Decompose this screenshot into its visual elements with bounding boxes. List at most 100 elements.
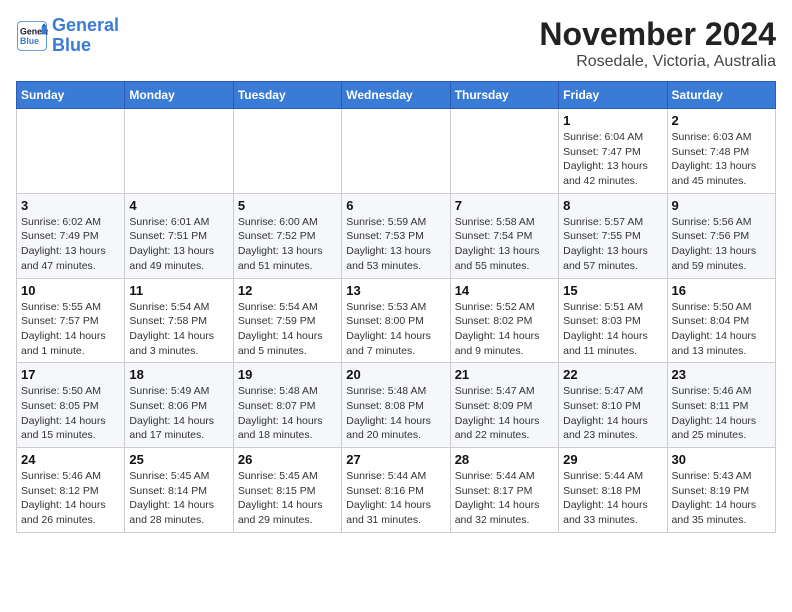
calendar-cell bbox=[17, 109, 125, 194]
calendar-cell: 6 Sunrise: 5:59 AM Sunset: 7:53 PM Daylig… bbox=[342, 193, 450, 278]
calendar-cell bbox=[125, 109, 233, 194]
calendar-week-row: 1 Sunrise: 6:04 AM Sunset: 7:47 PM Daylig… bbox=[17, 109, 776, 194]
day-info: Sunrise: 5:46 AM Sunset: 8:12 PM Dayligh… bbox=[21, 469, 120, 528]
day-info: Sunrise: 5:47 AM Sunset: 8:10 PM Dayligh… bbox=[563, 384, 662, 443]
day-info: Sunrise: 5:58 AM Sunset: 7:54 PM Dayligh… bbox=[455, 215, 554, 274]
day-info: Sunrise: 5:49 AM Sunset: 8:06 PM Dayligh… bbox=[129, 384, 228, 443]
day-info: Sunrise: 6:02 AM Sunset: 7:49 PM Dayligh… bbox=[21, 215, 120, 274]
calendar-cell: 7 Sunrise: 5:58 AM Sunset: 7:54 PM Daylig… bbox=[450, 193, 558, 278]
calendar-header-row: SundayMondayTuesdayWednesdayThursdayFrid… bbox=[17, 82, 776, 109]
day-info: Sunrise: 5:55 AM Sunset: 7:57 PM Dayligh… bbox=[21, 300, 120, 359]
weekday-header: Sunday bbox=[17, 82, 125, 109]
weekday-header: Thursday bbox=[450, 82, 558, 109]
day-number: 12 bbox=[238, 283, 337, 298]
day-number: 21 bbox=[455, 367, 554, 382]
day-info: Sunrise: 6:00 AM Sunset: 7:52 PM Dayligh… bbox=[238, 215, 337, 274]
day-info: Sunrise: 5:50 AM Sunset: 8:05 PM Dayligh… bbox=[21, 384, 120, 443]
calendar-cell: 17Sunrise: 5:50 AM Sunset: 8:05 PM Dayli… bbox=[17, 363, 125, 448]
day-number: 28 bbox=[455, 452, 554, 467]
calendar-week-row: 10 Sunrise: 5:55 AM Sunset: 7:57 PM Dayli… bbox=[17, 278, 776, 363]
day-number: 30 bbox=[672, 452, 771, 467]
calendar-cell bbox=[342, 109, 450, 194]
day-number: 24 bbox=[21, 452, 120, 467]
day-info: Sunrise: 5:59 AM Sunset: 7:53 PM Dayligh… bbox=[346, 215, 445, 274]
calendar-cell: 12 Sunrise: 5:54 AM Sunset: 7:59 PM Dayli… bbox=[233, 278, 341, 363]
day-number: 13 bbox=[346, 283, 445, 298]
day-info: Sunrise: 5:48 AM Sunset: 8:08 PM Dayligh… bbox=[346, 384, 445, 443]
calendar-cell: 11 Sunrise: 5:54 AM Sunset: 7:58 PM Dayli… bbox=[125, 278, 233, 363]
calendar-week-row: 17Sunrise: 5:50 AM Sunset: 8:05 PM Dayli… bbox=[17, 363, 776, 448]
calendar-cell: 2 Sunrise: 6:03 AM Sunset: 7:48 PM Daylig… bbox=[667, 109, 775, 194]
day-number: 8 bbox=[563, 198, 662, 213]
day-info: Sunrise: 5:53 AM Sunset: 8:00 PM Dayligh… bbox=[346, 300, 445, 359]
day-number: 27 bbox=[346, 452, 445, 467]
day-info: Sunrise: 6:01 AM Sunset: 7:51 PM Dayligh… bbox=[129, 215, 228, 274]
calendar-week-row: 24 Sunrise: 5:46 AM Sunset: 8:12 PM Dayli… bbox=[17, 448, 776, 533]
day-info: Sunrise: 5:56 AM Sunset: 7:56 PM Dayligh… bbox=[672, 215, 771, 274]
logo: General Blue GeneralBlue bbox=[16, 16, 119, 56]
day-info: Sunrise: 5:44 AM Sunset: 8:16 PM Dayligh… bbox=[346, 469, 445, 528]
month-title: November 2024 bbox=[539, 16, 776, 53]
location-title: Rosedale, Victoria, Australia bbox=[539, 53, 776, 71]
day-info: Sunrise: 5:52 AM Sunset: 8:02 PM Dayligh… bbox=[455, 300, 554, 359]
calendar-cell: 15 Sunrise: 5:51 AM Sunset: 8:03 PM Dayli… bbox=[559, 278, 667, 363]
weekday-header: Wednesday bbox=[342, 82, 450, 109]
calendar-cell: 22 Sunrise: 5:47 AM Sunset: 8:10 PM Dayli… bbox=[559, 363, 667, 448]
day-info: Sunrise: 5:44 AM Sunset: 8:17 PM Dayligh… bbox=[455, 469, 554, 528]
weekday-header: Friday bbox=[559, 82, 667, 109]
day-info: Sunrise: 5:54 AM Sunset: 7:59 PM Dayligh… bbox=[238, 300, 337, 359]
day-number: 4 bbox=[129, 198, 228, 213]
header: General Blue GeneralBlue November 2024 R… bbox=[16, 16, 776, 71]
day-number: 19 bbox=[238, 367, 337, 382]
calendar-cell: 9Sunrise: 5:56 AM Sunset: 7:56 PM Daylig… bbox=[667, 193, 775, 278]
calendar-week-row: 3 Sunrise: 6:02 AM Sunset: 7:49 PM Daylig… bbox=[17, 193, 776, 278]
day-info: Sunrise: 5:57 AM Sunset: 7:55 PM Dayligh… bbox=[563, 215, 662, 274]
day-info: Sunrise: 5:45 AM Sunset: 8:15 PM Dayligh… bbox=[238, 469, 337, 528]
logo-text: GeneralBlue bbox=[52, 16, 119, 56]
calendar-cell: 3 Sunrise: 6:02 AM Sunset: 7:49 PM Daylig… bbox=[17, 193, 125, 278]
calendar-cell: 20 Sunrise: 5:48 AM Sunset: 8:08 PM Dayli… bbox=[342, 363, 450, 448]
day-number: 1 bbox=[563, 113, 662, 128]
day-number: 22 bbox=[563, 367, 662, 382]
weekday-header: Saturday bbox=[667, 82, 775, 109]
day-number: 11 bbox=[129, 283, 228, 298]
calendar-cell: 30Sunrise: 5:43 AM Sunset: 8:19 PM Dayli… bbox=[667, 448, 775, 533]
day-number: 10 bbox=[21, 283, 120, 298]
day-info: Sunrise: 6:03 AM Sunset: 7:48 PM Dayligh… bbox=[672, 130, 771, 189]
day-number: 6 bbox=[346, 198, 445, 213]
day-number: 16 bbox=[672, 283, 771, 298]
calendar-cell: 10 Sunrise: 5:55 AM Sunset: 7:57 PM Dayli… bbox=[17, 278, 125, 363]
weekday-header: Monday bbox=[125, 82, 233, 109]
day-number: 23 bbox=[672, 367, 771, 382]
day-number: 14 bbox=[455, 283, 554, 298]
calendar-cell: 19 Sunrise: 5:48 AM Sunset: 8:07 PM Dayli… bbox=[233, 363, 341, 448]
day-number: 15 bbox=[563, 283, 662, 298]
calendar-cell bbox=[233, 109, 341, 194]
calendar-cell: 21 Sunrise: 5:47 AM Sunset: 8:09 PM Dayli… bbox=[450, 363, 558, 448]
svg-text:Blue: Blue bbox=[20, 36, 39, 46]
calendar-cell: 26 Sunrise: 5:45 AM Sunset: 8:15 PM Dayli… bbox=[233, 448, 341, 533]
day-info: Sunrise: 5:47 AM Sunset: 8:09 PM Dayligh… bbox=[455, 384, 554, 443]
title-area: November 2024 Rosedale, Victoria, Austra… bbox=[539, 16, 776, 71]
day-number: 2 bbox=[672, 113, 771, 128]
day-number: 20 bbox=[346, 367, 445, 382]
day-info: Sunrise: 5:54 AM Sunset: 7:58 PM Dayligh… bbox=[129, 300, 228, 359]
day-number: 7 bbox=[455, 198, 554, 213]
day-number: 25 bbox=[129, 452, 228, 467]
day-number: 18 bbox=[129, 367, 228, 382]
calendar-cell: 8 Sunrise: 5:57 AM Sunset: 7:55 PM Daylig… bbox=[559, 193, 667, 278]
day-info: Sunrise: 6:04 AM Sunset: 7:47 PM Dayligh… bbox=[563, 130, 662, 189]
day-number: 26 bbox=[238, 452, 337, 467]
calendar-cell: 25 Sunrise: 5:45 AM Sunset: 8:14 PM Dayli… bbox=[125, 448, 233, 533]
day-info: Sunrise: 5:48 AM Sunset: 8:07 PM Dayligh… bbox=[238, 384, 337, 443]
calendar-cell: 4 Sunrise: 6:01 AM Sunset: 7:51 PM Daylig… bbox=[125, 193, 233, 278]
calendar: SundayMondayTuesdayWednesdayThursdayFrid… bbox=[16, 81, 776, 533]
calendar-cell: 16Sunrise: 5:50 AM Sunset: 8:04 PM Dayli… bbox=[667, 278, 775, 363]
calendar-cell: 24 Sunrise: 5:46 AM Sunset: 8:12 PM Dayli… bbox=[17, 448, 125, 533]
day-info: Sunrise: 5:51 AM Sunset: 8:03 PM Dayligh… bbox=[563, 300, 662, 359]
calendar-cell: 18 Sunrise: 5:49 AM Sunset: 8:06 PM Dayli… bbox=[125, 363, 233, 448]
day-number: 3 bbox=[21, 198, 120, 213]
calendar-cell: 23Sunrise: 5:46 AM Sunset: 8:11 PM Dayli… bbox=[667, 363, 775, 448]
day-info: Sunrise: 5:44 AM Sunset: 8:18 PM Dayligh… bbox=[563, 469, 662, 528]
day-info: Sunrise: 5:45 AM Sunset: 8:14 PM Dayligh… bbox=[129, 469, 228, 528]
